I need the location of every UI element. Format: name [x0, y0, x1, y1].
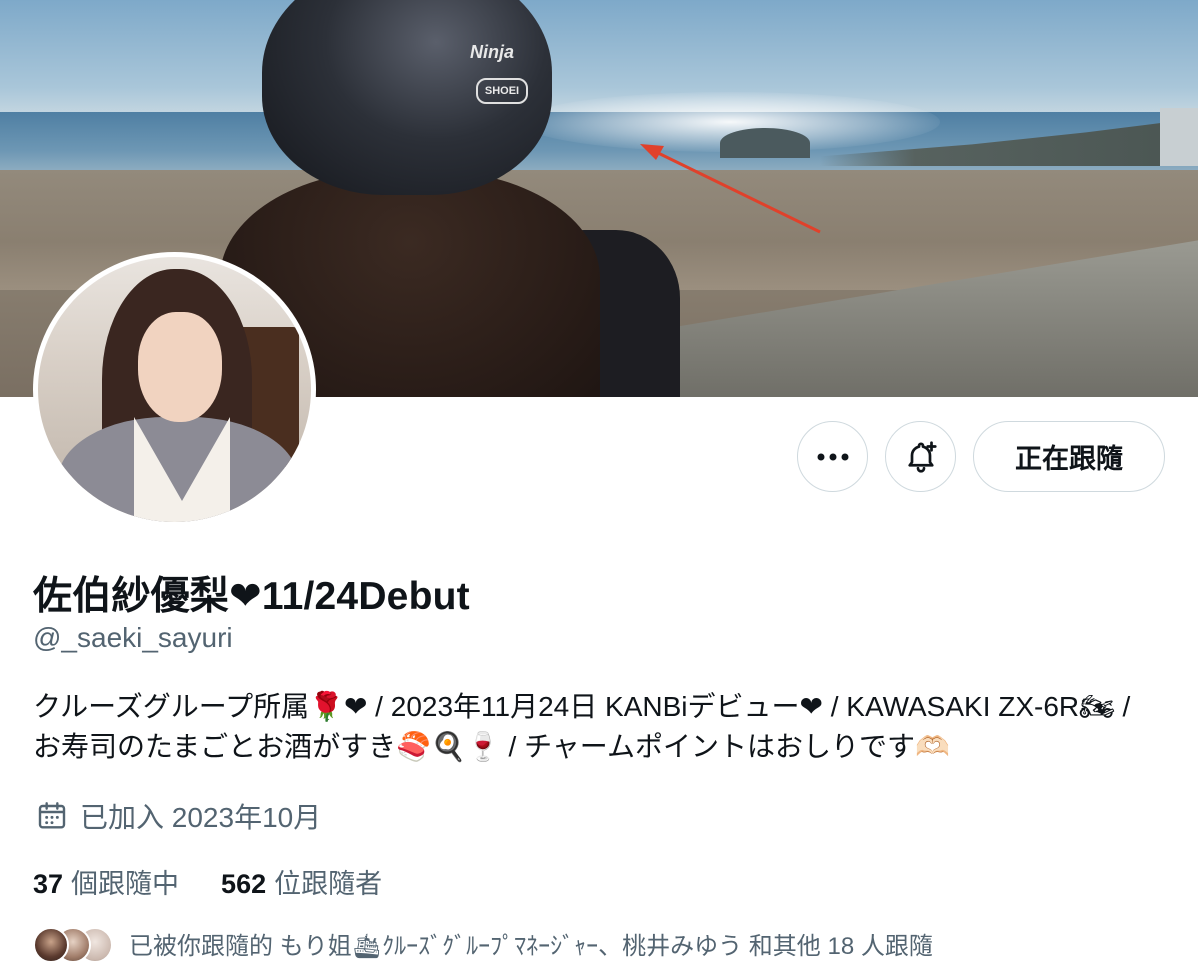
following-count: 37 — [33, 869, 64, 899]
bell-plus-icon — [907, 440, 937, 473]
more-button[interactable] — [797, 421, 868, 492]
following-button[interactable]: 正在跟隨 — [973, 421, 1165, 492]
followers-link[interactable]: 562 位跟隨者 — [221, 862, 382, 901]
join-date-text: 已加入 2023年10月 — [80, 802, 322, 833]
display-name: 佐伯紗優梨❤11/24Debut — [33, 575, 470, 618]
followers-label: 位跟隨者 — [274, 869, 383, 899]
user-handle: @_saeki_sayuri — [33, 622, 233, 653]
profile-bio: クルーズグループ所属🌹❤ / 2023年11月24日 KANBiデビュー❤ / … — [33, 691, 1131, 762]
followed-by-link[interactable]: 已被你跟隨的 もり姐🛳ｸﾙｰｽﾞｸﾞﾙｰﾌﾟﾏﾈｰｼﾞｬｰ、桃井みゆう 和其他 … — [33, 918, 933, 968]
following-label: 個跟隨中 — [71, 869, 180, 899]
more-horizontal-icon — [817, 453, 848, 460]
follower-avatar — [33, 927, 69, 963]
calendar-icon — [38, 802, 66, 829]
followed-by-avatars — [33, 921, 123, 965]
following-link[interactable]: 37 個跟隨中 — [33, 862, 179, 901]
notify-button[interactable] — [885, 421, 956, 492]
follow-stats: 37 個跟隨中 562 位跟隨者 — [33, 862, 382, 901]
avatar-face — [138, 312, 222, 422]
avatar-photo — [38, 257, 311, 522]
profile-avatar[interactable] — [33, 252, 316, 527]
followers-count: 562 — [221, 869, 267, 899]
join-date: 已加入 2023年10月 — [36, 796, 321, 836]
followed-by-text: 已被你跟隨的 もり姐🛳ｸﾙｰｽﾞｸﾞﾙｰﾌﾟﾏﾈｰｼﾞｬｰ、桃井みゆう 和其他 … — [129, 932, 933, 960]
